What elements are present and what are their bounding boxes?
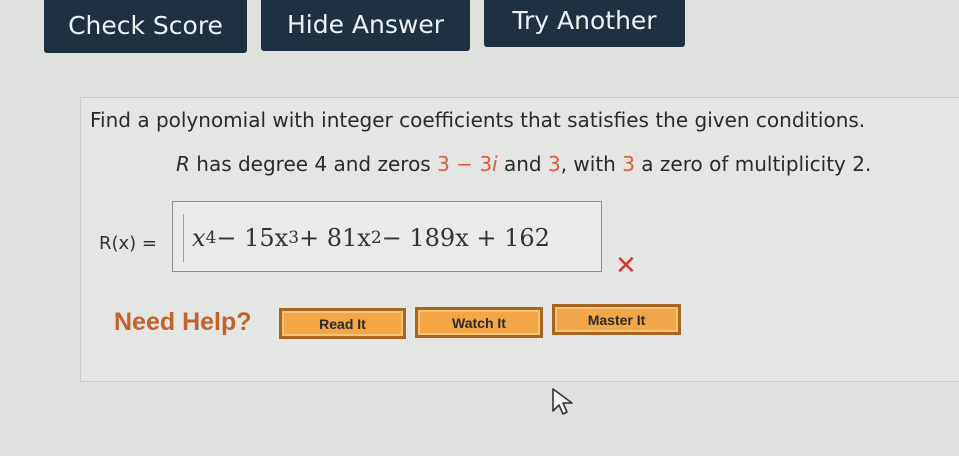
zero-value: 3 [622, 152, 635, 176]
answer-exponent: 3 [288, 228, 300, 248]
zero-value: 3 [437, 152, 450, 176]
read-it-button[interactable]: Read It [279, 308, 406, 339]
need-help-label: Need Help? [114, 308, 252, 336]
condition-text: and [497, 152, 548, 176]
condition-text: a zero of multiplicity 2. [634, 152, 872, 176]
answer-term: − 15x [216, 224, 289, 252]
answer-input[interactable]: x4 − 15x 3 + 81x 2 − 189x + 162 [172, 201, 602, 272]
master-it-button[interactable]: Master It [552, 304, 681, 335]
question-condition: R has degree 4 and zeros 3 − 3i and 3, w… [176, 152, 871, 176]
hide-answer-button[interactable]: Hide Answer [261, 0, 470, 51]
answer-term: + 81x [299, 224, 371, 252]
check-score-button[interactable]: Check Score [44, 0, 247, 53]
try-another-button[interactable]: Try Another [484, 0, 685, 47]
answer-expression[interactable]: x4 − 15x 3 + 81x 2 − 189x + 162 [183, 214, 589, 262]
polynomial-name: R [176, 152, 190, 176]
answer-term: x [192, 224, 206, 252]
incorrect-icon: ✕ [615, 251, 637, 281]
condition-operator: − [449, 152, 480, 176]
answer-exponent: 4 [205, 228, 217, 248]
answer-exponent: 2 [370, 228, 382, 248]
watch-it-button[interactable]: Watch It [415, 307, 543, 338]
mouse-cursor-icon [552, 388, 573, 415]
question-prompt: Find a polynomial with integer coefficie… [90, 108, 866, 132]
zero-value: 3 [547, 152, 561, 176]
zero-value: 3 [479, 152, 493, 176]
answer-label: R(x) = [99, 233, 158, 254]
condition-text: has degree 4 and zeros [189, 152, 438, 176]
condition-text: , with [560, 152, 623, 176]
answer-term: − 189x + 162 [381, 224, 550, 252]
